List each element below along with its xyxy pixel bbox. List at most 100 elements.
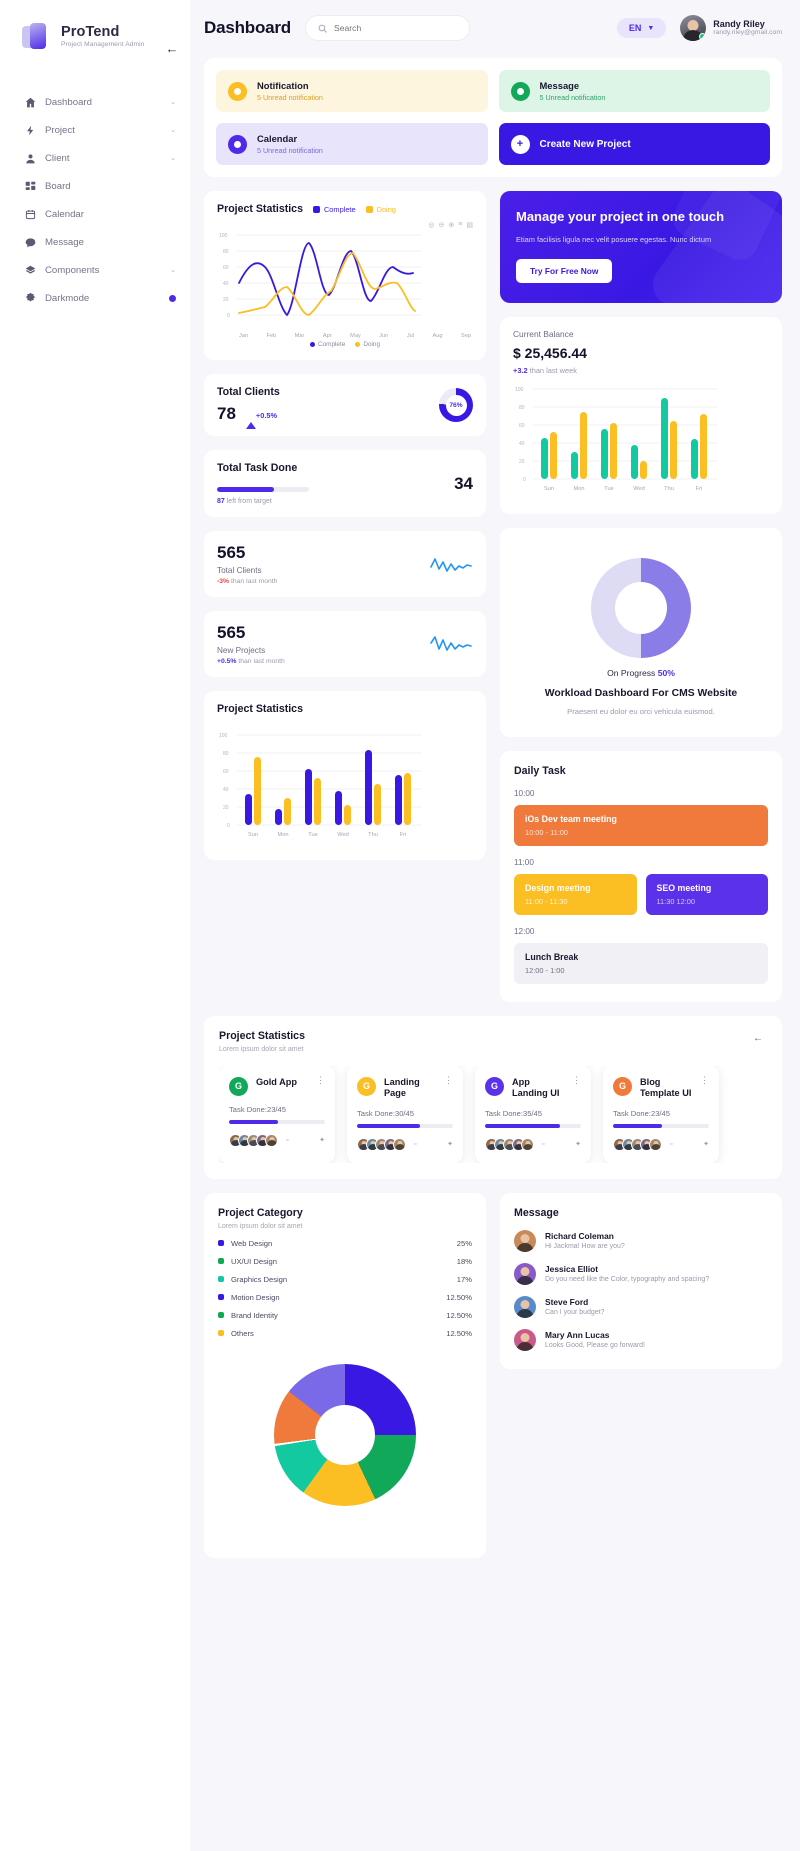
bar-chart: 100 80 60 40 20 0 Sun Mon Tue Wed Thu Fr… [217,729,473,844]
language-selector[interactable]: EN ▼ [616,18,667,38]
calendar-icon [24,208,36,220]
promo-banner: Manage your project in one touch Etiam f… [500,191,782,303]
minus-icon: ⊖ [438,222,445,229]
create-new-project-button[interactable]: + Create New Project [498,123,770,165]
project-card[interactable]: G Blog Template UI ⋮ Task Done:23/45 ▫ ✦ [603,1065,719,1163]
member-avatars [485,1137,534,1151]
logo-icon [22,22,52,52]
task-item[interactable]: SEO meeting 11:30 12:00 [645,873,768,915]
brand[interactable]: ProTend Project Management Admin [0,22,190,52]
calendar-card[interactable]: Calendar 5 Unread notification [216,123,488,165]
svg-text:Mon: Mon [278,832,289,838]
project-card[interactable]: G Landing Page ⋮ Task Done:30/45 ▫ ✦ [347,1065,463,1163]
svg-text:80: 80 [223,249,229,255]
sidebar-item-message[interactable]: Message [0,228,190,256]
card-title: Calendar [257,133,298,144]
message-item[interactable]: Richard Coleman Hi Jackma! How are you? [514,1229,768,1252]
sidebar-item-components[interactable]: Components ⌄ [0,256,190,284]
star-icon[interactable]: ✦ [575,1140,581,1148]
member-avatars [613,1137,662,1151]
svg-text:0: 0 [227,313,230,319]
category-row: Brand Identity 12.50% [218,1311,472,1320]
project-task-count: Task Done:23/45 [613,1108,670,1118]
task-time-slot: 12:00 [514,926,535,936]
legend-complete: Complete [312,204,356,214]
legend-label: Complete [323,204,356,214]
project-progress-bar [357,1123,453,1128]
category-value: 12.50% [446,1292,472,1302]
plus-icon: + [510,134,530,154]
task-item[interactable]: Lunch Break 12:00 - 1:00 [514,942,768,984]
balance-label: Current Balance [513,328,574,339]
card-subtitle: 5 Unread notification [257,146,323,155]
workload-subtitle: Praesent eu dolor eu orci vehicula euism… [567,706,715,716]
search-input[interactable] [334,23,457,33]
promo-subtitle: Etiam facilisis ligula nec velit posuere… [516,234,712,244]
sidebar-item-label: Calendar [45,208,84,220]
task-item[interactable]: Design meeting 11:00 - 11:30 [514,873,637,915]
sidebar-item-client[interactable]: Client ⌄ [0,144,190,172]
notification-card[interactable]: Notification 5 Unread notification [216,70,488,112]
search-box[interactable] [305,15,470,41]
sidebar-item-board[interactable]: Board [0,172,190,200]
legend-doing: Doing [365,205,396,214]
star-icon[interactable]: ✦ [319,1136,325,1144]
project-task-count: Task Done:35/45 [485,1108,542,1118]
sidebar-item-calendar[interactable]: Calendar [0,200,190,228]
back-arrow-icon[interactable]: ← [749,1030,767,1048]
sidebar-item-project[interactable]: Project ⌄ [0,116,190,144]
copy-icon[interactable]: ▫ [414,1141,416,1148]
message-item[interactable]: Steve Ford Can I your budget? [514,1295,768,1318]
message-item[interactable]: Jessica Elliot Do you need like the Colo… [514,1262,768,1285]
chevron-down-icon: ⌄ [170,99,176,106]
more-options-icon[interactable]: ⋮ [444,1075,453,1084]
chevron-down-icon: ⌄ [170,127,176,134]
message-sender: Steve Ford [545,1297,589,1308]
category-value: 18% [456,1256,472,1266]
sidebar-item-label: Darkmode [45,292,90,304]
message-card[interactable]: Message 5 Unread notification [498,70,770,112]
svg-text:Thu: Thu [368,832,378,838]
star-icon[interactable]: ✦ [703,1140,709,1148]
copy-icon[interactable]: ▫ [670,1141,672,1148]
copy-icon[interactable]: ▫ [286,1137,288,1144]
language-label: EN [628,23,642,33]
project-card[interactable]: G Gold App ⋮ Task Done:23/45 ▫ ✦ [219,1065,335,1163]
sidebar-collapse-icon[interactable]: ← [164,40,180,56]
sidebar-nav: Dashboard ⌄ Project ⌄ Client ⌄ Board Cal… [0,88,190,312]
star-icon[interactable]: ✦ [447,1140,453,1148]
try-for-free-button[interactable]: Try For Free Now [516,258,613,283]
project-badge: G [485,1076,504,1096]
more-options-icon[interactable]: ⋮ [700,1075,709,1084]
svg-text:0: 0 [523,477,526,483]
stat-value: 565 [217,543,246,562]
svg-text:Fri: Fri [400,832,407,838]
panel-title: Project Statistics [219,1029,305,1042]
project-statistics-line-card: Project Statistics Complete Doing ◎ ⊖ ⊕ … [204,191,486,360]
svg-text:40: 40 [519,441,525,447]
svg-text:100: 100 [219,733,228,739]
card-subtitle: 5 Unread notification [257,93,323,102]
card-title: Message [514,1206,559,1219]
task-item[interactable]: iOs Dev team meeting 10:00 - 11:00 [514,804,768,846]
avatar [514,1328,536,1351]
svg-text:20: 20 [519,459,525,465]
darkmode-toggle[interactable] [169,294,176,302]
category-row: Others 12.50% [218,1329,472,1338]
sidebar-item-darkmode[interactable]: Darkmode [0,284,190,312]
category-name: Brand Identity [231,1310,278,1320]
task-name: iOs Dev team meeting [525,813,617,824]
more-options-icon[interactable]: ⋮ [572,1075,581,1084]
member-avatars [229,1133,278,1147]
card-title: Project Statistics [217,203,303,215]
sidebar-item-dashboard[interactable]: Dashboard ⌄ [0,88,190,116]
more-options-icon[interactable]: ⋮ [316,1075,325,1084]
user-profile[interactable]: Randy Riley randy.riley@gmail.com [680,15,782,41]
chart-toolbar[interactable]: ◎ ⊖ ⊕ ≡ ▤ [217,221,473,229]
copy-icon[interactable]: ▫ [542,1141,544,1148]
project-card[interactable]: G App Landing UI ⋮ Task Done:35/45 ▫ ✦ [475,1065,591,1163]
card-title: Project Statistics [217,703,303,715]
current-balance-card: Current Balance $ 25,456.44 +3.2 than la… [500,316,782,514]
message-item[interactable]: Mary Ann Lucas Looks Good, Please go for… [514,1328,768,1351]
project-progress-bar [613,1123,709,1128]
